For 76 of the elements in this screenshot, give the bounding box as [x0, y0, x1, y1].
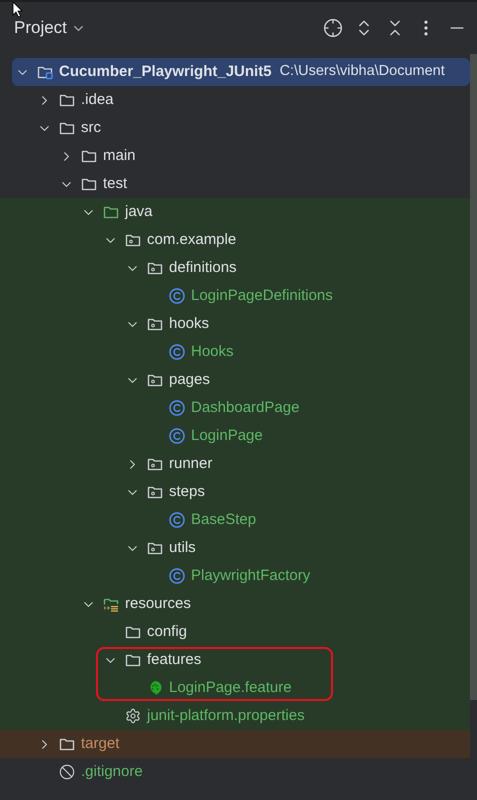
package-folder-icon [147, 540, 163, 556]
mouse-cursor-icon [12, 2, 24, 18]
class-icon [169, 512, 185, 528]
package-folder-icon [147, 260, 163, 276]
folder-icon [59, 92, 75, 108]
tree-row[interactable]: com.example [0, 226, 470, 254]
package-folder-icon [147, 316, 163, 332]
tree-row[interactable]: junit-platform.properties [0, 702, 470, 730]
folder-icon [81, 176, 97, 192]
tree-row[interactable]: LoginPage.feature [0, 674, 470, 702]
package-folder-icon [147, 372, 163, 388]
class-icon [169, 400, 185, 416]
project-view-dropdown[interactable]: Project [14, 15, 86, 41]
node-label: runner [169, 454, 212, 474]
folder-icon [59, 120, 75, 136]
class-icon [169, 568, 185, 584]
package-folder-icon [147, 456, 163, 472]
tree-row[interactable]: PlaywrightFactory [0, 562, 470, 590]
node-label: hooks [169, 314, 210, 334]
node-label: src [81, 118, 101, 138]
tree-row[interactable]: steps [0, 478, 470, 506]
tree-row[interactable]: Hooks [0, 338, 470, 366]
node-label: Hooks [191, 342, 234, 362]
folder-icon [59, 736, 75, 752]
tree-row[interactable]: hooks [0, 310, 470, 338]
node-label: LoginPage.feature [169, 678, 292, 698]
node-label: steps [169, 482, 205, 502]
node-label: resources [125, 594, 191, 614]
scrollbar-thumb[interactable] [470, 54, 477, 700]
project-folder-icon [37, 64, 53, 80]
tree-row[interactable]: runner [0, 450, 470, 478]
folder-icon [125, 624, 141, 640]
node-label: definitions [169, 258, 237, 278]
tree-row[interactable]: definitions [0, 254, 470, 282]
tree-row[interactable]: BaseStep [0, 506, 470, 534]
class-icon [169, 344, 185, 360]
resources-folder-icon [103, 596, 119, 612]
tree-row[interactable]: pages [0, 366, 470, 394]
locate-icon[interactable] [323, 18, 343, 38]
node-label: utils [169, 538, 196, 558]
node-label: main [103, 146, 136, 166]
tree-row[interactable]: utils [0, 534, 470, 562]
node-label: .idea [81, 90, 114, 110]
node-label: PlaywrightFactory [191, 566, 310, 586]
class-icon [169, 428, 185, 444]
folder-icon [81, 148, 97, 164]
tree-row[interactable]: java [0, 198, 470, 226]
node-label: config [147, 622, 188, 642]
tree-row[interactable]: LoginPageDefinitions [0, 282, 470, 310]
tree-row[interactable]: features [0, 646, 470, 674]
node-label: pages [169, 370, 210, 390]
node-label: target [81, 734, 120, 754]
package-folder-icon [147, 484, 163, 500]
tree-row[interactable]: target [0, 730, 470, 758]
node-label: java [125, 202, 153, 222]
node-label: features [147, 650, 202, 670]
node-label: junit-platform.properties [147, 706, 305, 726]
node-label: BaseStep [191, 510, 256, 530]
tree-row[interactable]: resources [0, 590, 470, 618]
node-label: test [103, 174, 128, 194]
node-label: Cucumber_Playwright_JUnit5 [59, 62, 272, 82]
folder-icon [125, 652, 141, 668]
tree-row[interactable]: DashboardPage [0, 394, 470, 422]
node-label: LoginPageDefinitions [191, 286, 333, 306]
node-label: com.example [147, 230, 236, 250]
ignore-icon [59, 764, 75, 780]
package-folder-icon [125, 232, 141, 248]
node-label: DashboardPage [191, 398, 300, 418]
tree-row[interactable]: LoginPage [0, 422, 470, 450]
class-icon [169, 288, 185, 304]
node-path: C:\Users\vibha\Document [280, 62, 445, 82]
node-label: LoginPage [191, 426, 263, 446]
gear-icon [125, 708, 141, 724]
folder-icon [103, 204, 119, 220]
node-label: .gitignore [81, 762, 143, 782]
tree-row[interactable]: config [0, 618, 470, 646]
